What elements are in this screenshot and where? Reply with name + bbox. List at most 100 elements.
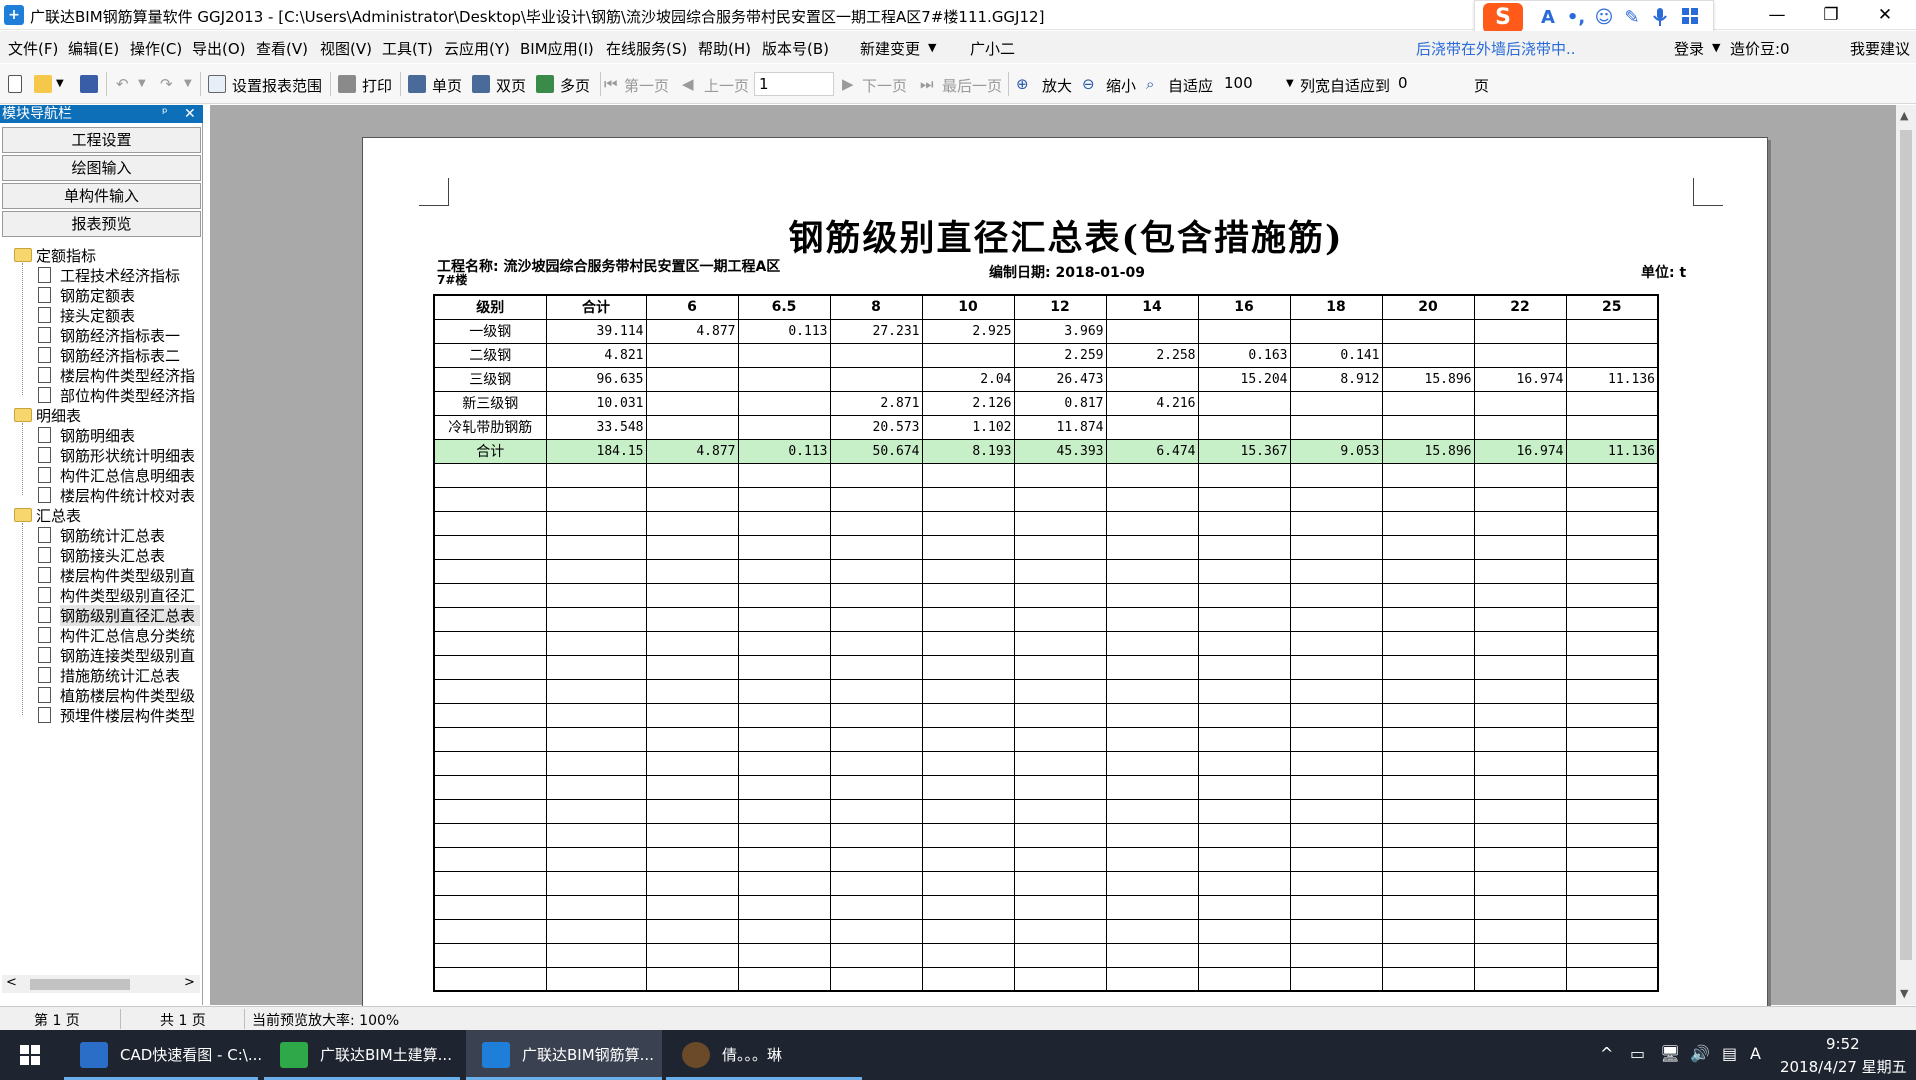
single-page-button[interactable]: 单页	[432, 75, 462, 96]
ime-handwrite-icon[interactable]: ✎	[1621, 7, 1643, 29]
last-page-button[interactable]: 最后一页	[942, 75, 1002, 96]
open-folder-icon[interactable]	[34, 75, 52, 93]
tree-item[interactable]: 楼层构件类型级别直	[60, 565, 200, 586]
tree-item[interactable]: 接头定额表	[60, 305, 200, 326]
nav-horizontal-scrollbar[interactable]: < >	[2, 975, 200, 993]
fit-button[interactable]: 自适应	[1168, 75, 1213, 96]
menu-view[interactable]: 查看(V)	[256, 38, 308, 59]
login-chevron-icon[interactable]: ▼	[1712, 41, 1720, 54]
zoom-out-button[interactable]: 缩小	[1106, 75, 1136, 96]
prev-page-button[interactable]: 上一页	[704, 75, 749, 96]
tree-item[interactable]: 钢筋定额表	[60, 285, 200, 306]
set-report-range-button[interactable]: 设置报表范围	[232, 75, 322, 96]
print-button[interactable]: 打印	[362, 75, 392, 96]
tray-overflow-icon[interactable]: ^	[1600, 1044, 1613, 1063]
network-icon[interactable]: 🖥	[1660, 1044, 1680, 1063]
menu-bim[interactable]: BIM应用(I)	[520, 38, 594, 59]
tree-item[interactable]: 钢筋形状统计明细表	[60, 445, 200, 466]
sogou-logo-icon[interactable]: S	[1483, 3, 1523, 33]
minimize-button[interactable]: —	[1754, 0, 1800, 30]
save-icon[interactable]	[80, 75, 98, 93]
redo-chevron-icon[interactable]: ▼	[184, 78, 192, 89]
clock-date[interactable]: 2018/4/27 星期五	[1780, 1056, 1907, 1077]
double-page-button[interactable]: 双页	[496, 75, 526, 96]
task-chat[interactable]: 倩。。。琳	[666, 1030, 862, 1080]
chevron-down-icon[interactable]: ▼	[928, 41, 936, 54]
tree-item[interactable]: 楼层构件类型经济指	[60, 365, 200, 386]
tree-group-label[interactable]: 定额指标	[36, 245, 96, 266]
tree-item[interactable]: 预埋件楼层构件类型	[60, 705, 200, 726]
scroll-left-icon[interactable]: <	[6, 975, 17, 990]
tree-item[interactable]: 构件汇总信息分类统	[60, 625, 200, 646]
preview-scroll-thumb[interactable]	[1900, 130, 1912, 960]
tree-item[interactable]: 钢筋统计汇总表	[60, 525, 200, 546]
tree-item[interactable]: 措施筋统计汇总表	[60, 665, 200, 686]
ime-emoji-icon[interactable]: ☺	[1593, 7, 1615, 29]
menu-edit[interactable]: 编辑(E)	[68, 38, 119, 59]
tree-item[interactable]: 钢筋经济指标表二	[60, 345, 200, 366]
battery-icon[interactable]: ▭	[1630, 1044, 1645, 1063]
scroll-up-icon[interactable]: ▲	[1900, 109, 1908, 122]
start-button[interactable]	[0, 1030, 56, 1080]
zoom-chevron-icon[interactable]: ▼	[1286, 78, 1294, 89]
tree-item[interactable]: 钢筋经济指标表一	[60, 325, 200, 346]
tree-item[interactable]: 工程技术经济指标	[60, 265, 200, 286]
login-button[interactable]: 登录	[1674, 38, 1704, 59]
tree-item[interactable]: 构件汇总信息明细表	[60, 465, 200, 486]
menu-cloud[interactable]: 云应用(Y)	[444, 38, 510, 59]
tree-item[interactable]: 构件类型级别直径汇	[60, 585, 200, 606]
undo-chevron-icon[interactable]: ▼	[138, 78, 146, 89]
task-cad-viewer[interactable]: CAD快速看图 - C:\...	[64, 1030, 262, 1080]
task-bim-civil[interactable]: 广联达BIM土建算...	[264, 1030, 460, 1080]
first-page-button[interactable]: 第一页	[624, 75, 669, 96]
tree-item[interactable]: 钢筋接头汇总表	[60, 545, 200, 566]
menu-operate[interactable]: 操作(C)	[130, 38, 182, 59]
nav-single-component[interactable]: 单构件输入	[2, 183, 201, 209]
volume-icon[interactable]: 🔊	[1690, 1044, 1710, 1063]
scroll-right-icon[interactable]: >	[184, 975, 195, 990]
undo-icon[interactable]: ↶	[116, 75, 129, 93]
multi-page-button[interactable]: 多页	[560, 75, 590, 96]
menu-tools[interactable]: 工具(T)	[382, 38, 433, 59]
page-number-input[interactable]: 1	[754, 72, 834, 96]
nav-report-preview[interactable]: 报表预览	[2, 211, 201, 237]
menu-file[interactable]: 文件(F)	[8, 38, 58, 59]
menu-export[interactable]: 导出(O)	[192, 38, 246, 59]
new-file-icon[interactable]	[8, 75, 22, 93]
feedback-button[interactable]: 我要建议	[1850, 38, 1910, 59]
open-chevron-icon[interactable]: ▼	[56, 78, 64, 89]
close-button[interactable]: ✕	[1862, 0, 1908, 30]
menu-help[interactable]: 帮助(H)	[698, 38, 751, 59]
nav-close-icon[interactable]: ✕	[184, 105, 196, 123]
menu-online[interactable]: 在线服务(S)	[606, 38, 687, 59]
ime-punct-icon[interactable]: •,	[1565, 7, 1587, 29]
tree-item[interactable]: 部位构件类型经济指	[60, 385, 200, 406]
col-fit-input[interactable]: 0	[1394, 72, 1474, 96]
clock-time[interactable]: 9:52	[1826, 1035, 1860, 1053]
menu-viewport[interactable]: 视图(V)	[320, 38, 372, 59]
menu-new-change[interactable]: 新建变更	[860, 38, 920, 59]
nav-project-settings[interactable]: 工程设置	[2, 127, 201, 153]
price-bean[interactable]: 造价豆:0	[1730, 38, 1790, 59]
scroll-down-icon[interactable]: ▼	[1900, 987, 1908, 1000]
tree-group-label[interactable]: 明细表	[36, 405, 81, 426]
input-method-icon[interactable]: A	[1750, 1044, 1761, 1063]
tree-item[interactable]: 钢筋连接类型级别直	[60, 645, 200, 666]
tree-item[interactable]: 钢筋明细表	[60, 425, 200, 446]
scroll-thumb[interactable]	[30, 979, 130, 990]
tree-item[interactable]: 钢筋级别直径汇总表	[60, 605, 200, 626]
nav-drawing-input[interactable]: 绘图输入	[2, 155, 201, 181]
tree-item[interactable]: 楼层构件统计校对表	[60, 485, 200, 506]
tree-group-label[interactable]: 汇总表	[36, 505, 81, 526]
redo-icon[interactable]: ↷	[160, 75, 173, 93]
next-page-button[interactable]: 下一页	[862, 75, 907, 96]
menu-version[interactable]: 版本号(B)	[762, 38, 829, 59]
ime-font-icon[interactable]: A	[1537, 7, 1559, 29]
pin-icon[interactable]: ᵖ	[162, 105, 168, 123]
maximize-button[interactable]: ❐	[1808, 0, 1854, 30]
notice-ticker[interactable]: 后浇带在外墙后浇带中..	[1416, 38, 1576, 59]
ime-voice-icon[interactable]	[1649, 7, 1671, 29]
zoom-in-button[interactable]: 放大	[1042, 75, 1072, 96]
zoom-select[interactable]: 100	[1220, 72, 1292, 96]
notification-icon[interactable]: ▤	[1722, 1044, 1737, 1063]
